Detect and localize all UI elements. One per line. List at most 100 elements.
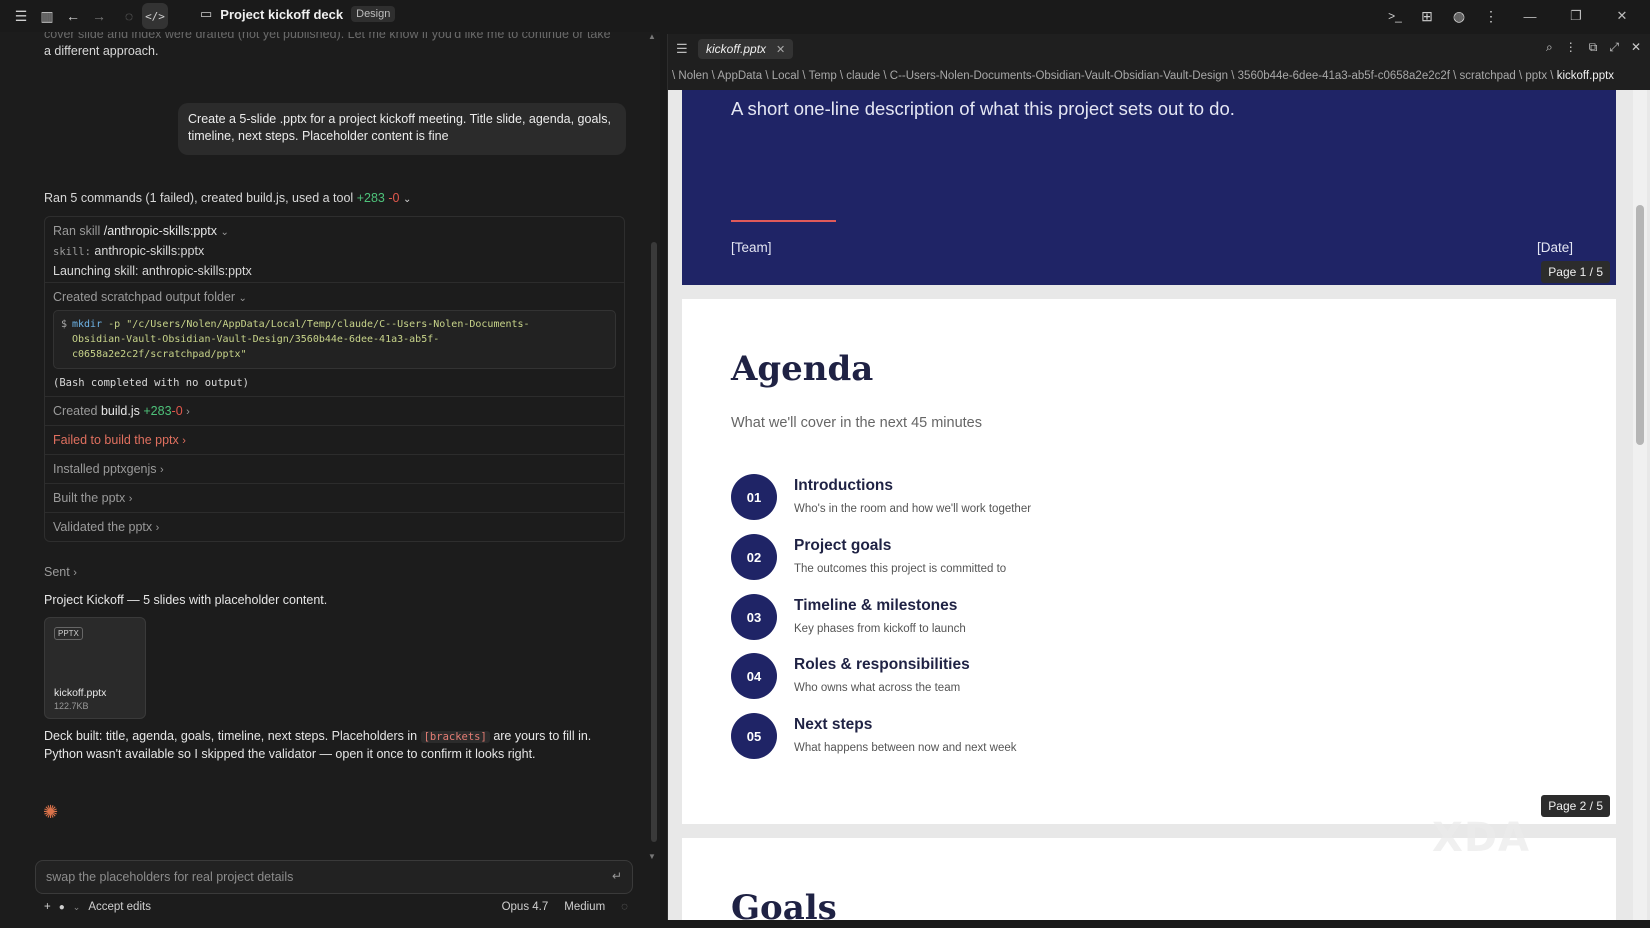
tab-label: kickoff.pptx [706,42,767,56]
breadcrumb-current[interactable]: kickoff.pptx [1557,70,1614,82]
chat-scroll-area[interactable]: cover slide and index were drafted (not … [0,32,645,852]
slide-2: Agenda What we'll cover in the next 45 m… [682,299,1616,824]
command-name: mkdir [72,319,103,330]
sidebar-toggle-icon[interactable]: ▥ [34,3,60,29]
viewer-scrollbar[interactable] [1633,90,1647,920]
agenda-title: Introductions [794,477,894,494]
enter-icon[interactable]: ↵ [612,869,622,883]
back-arrow-icon[interactable]: ← [60,3,86,29]
plus-icon[interactable]: + [44,901,51,913]
agenda-desc: Who's in the room and how we'll work tog… [794,503,1032,515]
agenda-title: Project goals [794,537,892,554]
scratchpad-label: Created scratchpad output folder [53,290,236,304]
bash-output: (Bash completed with no output) [53,377,249,389]
step-installed[interactable]: Installed pptxgenjs › [45,455,624,484]
command-line-2: Obsidian-Vault-Obsidian-Vault-Design/356… [72,334,440,345]
agenda-number: 05 [731,713,777,759]
chat-panel: cover slide and index were drafted (not … [0,32,660,928]
final-text-2: Python wasn't available so I skipped the… [44,747,536,761]
slide2-title: Agenda [731,349,874,389]
agenda-number: 02 [731,534,777,580]
built-label: Built the pptx [53,491,126,505]
viewer-scroll-thumb[interactable] [1636,205,1644,445]
minimize-button[interactable]: — [1510,9,1550,24]
more-vertical-icon[interactable]: ⋮ [1565,40,1577,55]
close-icon[interactable]: ✕ [1631,40,1641,55]
inline-code: [brackets] [420,731,490,743]
chevron-right-icon: › [73,567,77,579]
slide1-description: A short one-line description of what thi… [731,98,1235,119]
page-badge-1: Page 1 / 5 [1541,261,1610,283]
globe-icon[interactable]: ◍ [1446,3,1472,29]
menu-icon[interactable]: ☰ [8,3,34,29]
step-ran-skill[interactable]: Ran skill /anthropic-skills:pptx ⌄ skill… [45,217,624,283]
tool-steps: Ran skill /anthropic-skills:pptx ⌄ skill… [44,216,625,542]
sent-step[interactable]: Sent › [44,565,77,579]
restore-button[interactable]: ❐ [1556,8,1596,24]
popout-icon[interactable]: ⧉ [1589,40,1598,55]
search-icon[interactable]: ⌕ [1546,40,1553,55]
slide1-date: [Date] [1536,240,1573,255]
tab-kickoff-pptx[interactable]: kickoff.pptx ✕ [698,39,794,59]
file-attachment[interactable]: PPTX kickoff.pptx 122.7KB [44,617,146,719]
message-composer[interactable]: ↵ [35,860,633,894]
created-added: +283 [143,404,172,418]
agenda-number: 04 [731,653,777,699]
breadcrumb-path[interactable]: \ Nolen \ AppData \ Local \ Temp \ claud… [672,70,1554,82]
chevron-down-icon: ⌄ [220,227,229,238]
scroll-up-arrow-icon[interactable]: ▲ [648,32,656,41]
slide2-subtitle: What we'll cover in the next 45 minutes [731,415,982,431]
faded-line-2: a different approach. [44,44,159,58]
agenda-item: 05 Next steps What happens between now a… [731,713,1331,761]
agenda-item: 03 Timeline & milestones Key phases from… [731,594,1331,642]
created-file: build.js [100,404,140,418]
agenda-item: 01 Introductions Who's in the room and h… [731,474,1331,522]
agenda-desc: Key phases from kickoff to launch [794,623,966,635]
step-failed-build[interactable]: Failed to build the pptx › [45,426,624,455]
expand-icon[interactable]: ⤢ [1609,40,1619,55]
step-validated[interactable]: Validated the pptx › [45,513,624,541]
validated-label: Validated the pptx [53,520,153,534]
model-selector[interactable]: Opus 4.7 [502,901,549,913]
close-window-button[interactable]: ✕ [1602,8,1642,24]
chevron-down-icon: ⌄ [238,293,247,304]
step-created-file[interactable]: Created build.js +283-0 › [45,397,624,426]
forward-arrow-icon[interactable]: → [86,3,112,29]
message-input[interactable] [46,870,586,884]
accept-edits-toggle[interactable]: Accept edits [88,901,151,913]
agenda-title: Roles & responsibilities [794,656,970,673]
skill-key: skill: [53,246,91,258]
effort-selector[interactable]: Medium [564,901,605,913]
failed-label: Failed to build the pptx [53,433,179,447]
command-block: $ mkdir -p "/c/Users/Nolen/AppData/Local… [53,310,616,369]
summary-added: +283 [356,191,385,205]
user-message: Create a 5-slide .pptx for a project kic… [178,103,626,155]
chevron-down-icon[interactable]: ⌄ [73,902,81,913]
shell-prompt: $ [61,319,68,330]
chat-scrollbar[interactable] [651,242,657,842]
document-canvas[interactable]: A short one-line description of what thi… [668,90,1650,920]
faded-line-1: cover slide and index were drafted (not … [44,32,611,41]
breadcrumb: \ Nolen \ AppData \ Local \ Temp \ claud… [672,70,1614,82]
agenda-item: 04 Roles & responsibilities Who owns wha… [731,653,1331,701]
step-built[interactable]: Built the pptx › [45,484,624,513]
code-icon[interactable]: </> [142,3,168,29]
slide1-team: [Team] [731,240,772,255]
terminal-icon[interactable]: >_ [1382,3,1408,29]
project-badge[interactable]: Design [351,6,396,22]
list-icon[interactable]: ☰ [676,41,688,57]
chat-bubble-icon[interactable]: ◌ [116,3,142,29]
agenda-number: 03 [731,594,777,640]
close-tab-icon[interactable]: ✕ [776,43,785,56]
step-scratchpad[interactable]: Created scratchpad output folder ⌄ $ mkd… [45,283,624,397]
ran-skill-label: Ran skill [53,224,101,238]
scroll-down-arrow-icon[interactable]: ▼ [648,852,656,861]
skill-value: anthropic-skills:pptx [94,244,205,258]
microphone-icon[interactable]: ● [59,902,65,913]
agenda-item: 02 Project goals The outcomes this proje… [731,534,1331,582]
installed-label: Installed pptxgenjs [53,462,157,476]
chevron-down-icon: ⌄ [402,194,412,205]
more-vertical-icon[interactable]: ⋮ [1478,3,1504,29]
tool-summary[interactable]: Ran 5 commands (1 failed), created build… [44,191,411,205]
panel-icon[interactable]: ⊞ [1414,3,1440,29]
